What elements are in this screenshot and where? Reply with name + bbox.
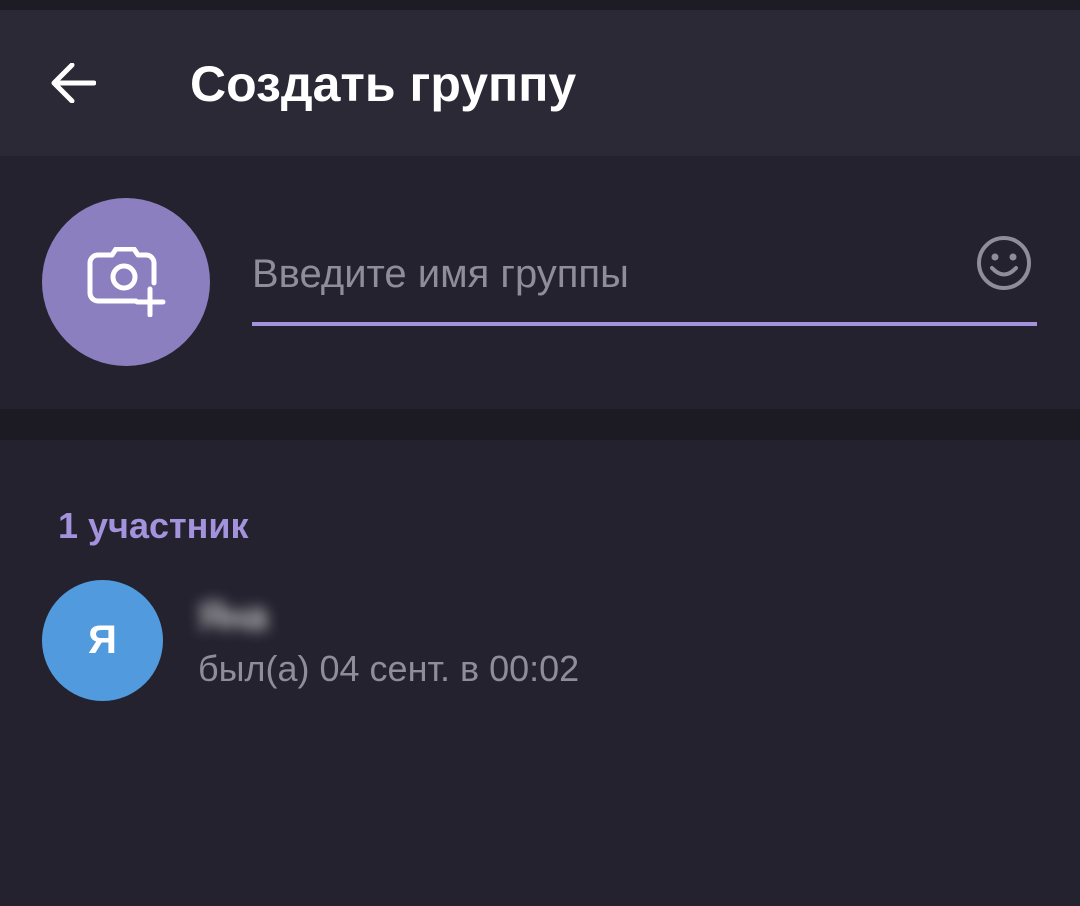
group-name-input[interactable] xyxy=(252,226,952,322)
group-header-section xyxy=(0,156,1080,409)
member-name: Яна xyxy=(198,596,268,638)
page-title: Создать группу xyxy=(190,56,577,112)
status-bar-strip xyxy=(0,0,1080,10)
back-button[interactable] xyxy=(38,48,108,118)
smile-icon xyxy=(977,236,1031,290)
emoji-button[interactable] xyxy=(975,234,1033,292)
member-last-seen-status: был(а) 04 сент. в 00:02 xyxy=(198,648,580,689)
camera-add-icon xyxy=(87,247,166,317)
member-list-item[interactable]: Я Яна был(а) 04 сент. в 00:02 xyxy=(0,570,1080,710)
avatar-letter: Я xyxy=(88,618,117,662)
members-count-header: 1 участник xyxy=(58,505,249,546)
group-name-field xyxy=(252,226,1037,326)
app-bar: Создать группу xyxy=(0,10,1080,156)
arrow-left-icon xyxy=(51,63,96,103)
members-section: 1 участник Я Яна был(а) 04 сент. в 00:02 xyxy=(0,440,1080,906)
group-avatar-picker-button[interactable] xyxy=(42,198,210,366)
section-divider xyxy=(0,409,1080,440)
avatar: Я xyxy=(42,580,163,701)
